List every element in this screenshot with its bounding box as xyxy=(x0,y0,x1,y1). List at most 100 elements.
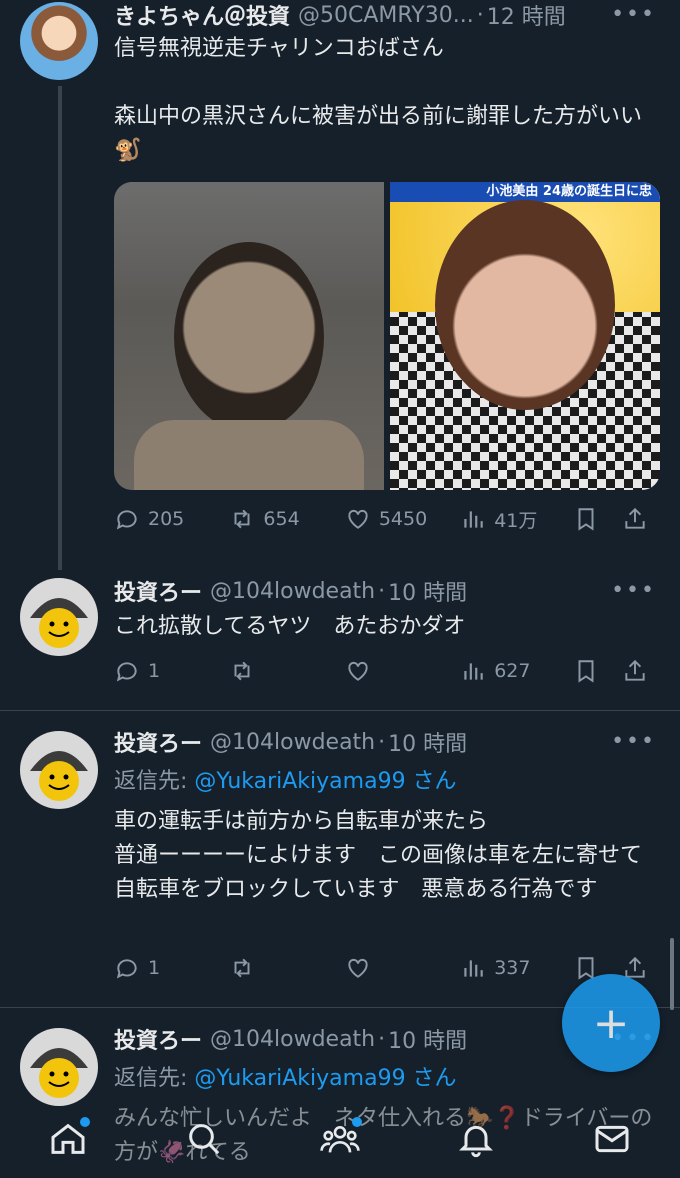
handle[interactable]: @104lowdeath xyxy=(210,579,375,604)
retweet-icon xyxy=(234,661,250,681)
scrollbar[interactable] xyxy=(670,938,674,1010)
action-bar: 1 337 xyxy=(114,953,656,983)
separator: · xyxy=(378,1026,386,1052)
more-options-icon[interactable]: ••• xyxy=(611,729,656,754)
share-button[interactable] xyxy=(622,658,656,684)
bookmark-icon xyxy=(578,508,594,531)
nav-search[interactable] xyxy=(184,1119,224,1159)
like-count: 5450 xyxy=(378,508,428,530)
reply-button[interactable]: 1 xyxy=(114,658,229,684)
face-shape xyxy=(174,242,324,432)
more-options-icon[interactable]: ••• xyxy=(611,578,656,603)
nav-messages[interactable] xyxy=(592,1119,632,1159)
retweet-button[interactable] xyxy=(229,658,344,684)
view-count: 337 xyxy=(494,957,531,979)
search-icon xyxy=(189,1124,220,1155)
share-icon xyxy=(625,507,645,529)
smiley-avatar-icon xyxy=(20,731,98,809)
heart-icon xyxy=(348,958,368,978)
views-icon xyxy=(464,960,483,977)
separator: · xyxy=(378,729,386,755)
timestamp[interactable]: 10 時間 xyxy=(388,1023,467,1055)
tweet-3[interactable]: 投資ろー @104lowdeath · 10 時間 ••• 返信先: @Yuka… xyxy=(0,711,680,1007)
nav-communities[interactable] xyxy=(320,1117,362,1159)
display-name[interactable]: 投資ろー xyxy=(114,1023,202,1055)
action-bar: 205 654 5450 41万 xyxy=(114,504,656,534)
tweet-media[interactable]: 小池美由 24歳の誕生日に忠 xyxy=(114,182,660,490)
like-button[interactable]: 5450 xyxy=(345,506,460,532)
reply-button[interactable]: 1 xyxy=(114,955,229,981)
reply-prefix: 返信先: xyxy=(114,1066,195,1091)
retweet-button[interactable] xyxy=(229,955,344,981)
display-name[interactable]: きよちゃん＠投資 xyxy=(114,0,290,31)
retweet-button[interactable]: 654 xyxy=(229,506,344,532)
messages-icon xyxy=(595,1125,629,1153)
tweet-header: 投資ろー @104lowdeath · 10 時間 xyxy=(114,726,660,758)
like-button[interactable] xyxy=(345,955,460,981)
display-name[interactable]: 投資ろー xyxy=(114,726,202,758)
smiley-avatar-icon xyxy=(20,1028,98,1106)
bottom-nav xyxy=(0,1100,680,1178)
photo-right[interactable]: 小池美由 24歳の誕生日に忠 xyxy=(390,182,660,490)
tweet-1[interactable]: きよちゃん＠投資 @50CAMRY30... · 12 時間 ••• 信号無視逆… xyxy=(0,0,680,570)
reply-count: 205 xyxy=(148,508,185,530)
views-icon xyxy=(464,511,483,528)
avatar[interactable] xyxy=(20,731,98,809)
reply-context: 返信先: @YukariAkiyama99 さん xyxy=(114,1060,457,1092)
retweet-icon xyxy=(234,509,250,529)
thread-line xyxy=(58,86,62,570)
avatar[interactable] xyxy=(20,578,98,656)
tweet-2[interactable]: 投資ろー @104lowdeath · 10 時間 ••• これ拡散してるヤツ … xyxy=(0,570,680,710)
timestamp[interactable]: 10 時間 xyxy=(388,726,467,758)
avatar[interactable] xyxy=(20,2,98,80)
views-button[interactable]: 337 xyxy=(460,955,572,981)
display-name[interactable]: 投資ろー xyxy=(114,575,202,607)
bookmark-button[interactable] xyxy=(573,658,622,684)
tweet-header: 投資ろー @104lowdeath · 10 時間 xyxy=(114,575,660,607)
smiley-avatar-icon xyxy=(20,578,98,656)
like-button[interactable] xyxy=(345,658,460,684)
compose-button[interactable]: + xyxy=(562,974,660,1072)
separator: · xyxy=(476,2,484,28)
reply-mention-link[interactable]: @YukariAkiyama99 さん xyxy=(194,1066,456,1091)
face-shape xyxy=(435,200,615,410)
separator: · xyxy=(378,578,386,604)
action-bar: 1 627 xyxy=(114,656,656,686)
nav-home[interactable] xyxy=(48,1117,90,1159)
views-icon xyxy=(464,663,483,680)
bookmark-icon xyxy=(578,660,594,683)
nav-notifications[interactable] xyxy=(456,1119,496,1159)
reply-button[interactable]: 205 xyxy=(114,506,229,532)
handle[interactable]: @104lowdeath xyxy=(210,1027,375,1052)
share-button[interactable] xyxy=(622,506,656,532)
more-options-icon[interactable]: ••• xyxy=(611,2,656,27)
reply-count: 1 xyxy=(148,957,161,979)
reply-prefix: 返信先: xyxy=(114,769,195,794)
handle[interactable]: @104lowdeath xyxy=(210,730,375,755)
notification-dot xyxy=(80,1117,90,1127)
tweet-text: 車の運転手は前方から自転車が来たら 普通ーーーーによけます この画像は車を左に寄… xyxy=(114,809,643,902)
reply-context: 返信先: @YukariAkiyama99 さん xyxy=(114,763,457,795)
reply-mention-link[interactable]: @YukariAkiyama99 さん xyxy=(194,769,456,794)
bookmark-button[interactable] xyxy=(573,506,622,532)
timestamp[interactable]: 12 時間 xyxy=(487,0,566,31)
share-icon xyxy=(625,659,645,681)
avatar[interactable] xyxy=(20,1028,98,1106)
view-count: 41万 xyxy=(494,509,538,532)
views-button[interactable]: 41万 xyxy=(460,506,572,533)
heart-icon xyxy=(348,661,368,681)
notification-dot xyxy=(352,1117,362,1127)
reply-count: 1 xyxy=(148,660,161,682)
retweet-icon xyxy=(234,958,250,978)
retweet-count: 654 xyxy=(263,508,300,530)
reply-icon xyxy=(116,662,137,682)
plus-icon: + xyxy=(592,997,630,1049)
photo-left[interactable] xyxy=(114,182,384,490)
sweater-shape xyxy=(134,420,364,490)
reply-icon xyxy=(116,959,137,979)
views-button[interactable]: 627 xyxy=(460,658,572,684)
image-caption: 小池美由 24歳の誕生日に忠 xyxy=(390,182,660,202)
handle[interactable]: @50CAMRY30... xyxy=(298,3,474,28)
tweet-text: 信号無視逆走チャリンコおばさん 森山中の黒沢さんに被害が出る前に謝罪した方がいい… xyxy=(114,36,643,163)
timestamp[interactable]: 10 時間 xyxy=(388,575,467,607)
